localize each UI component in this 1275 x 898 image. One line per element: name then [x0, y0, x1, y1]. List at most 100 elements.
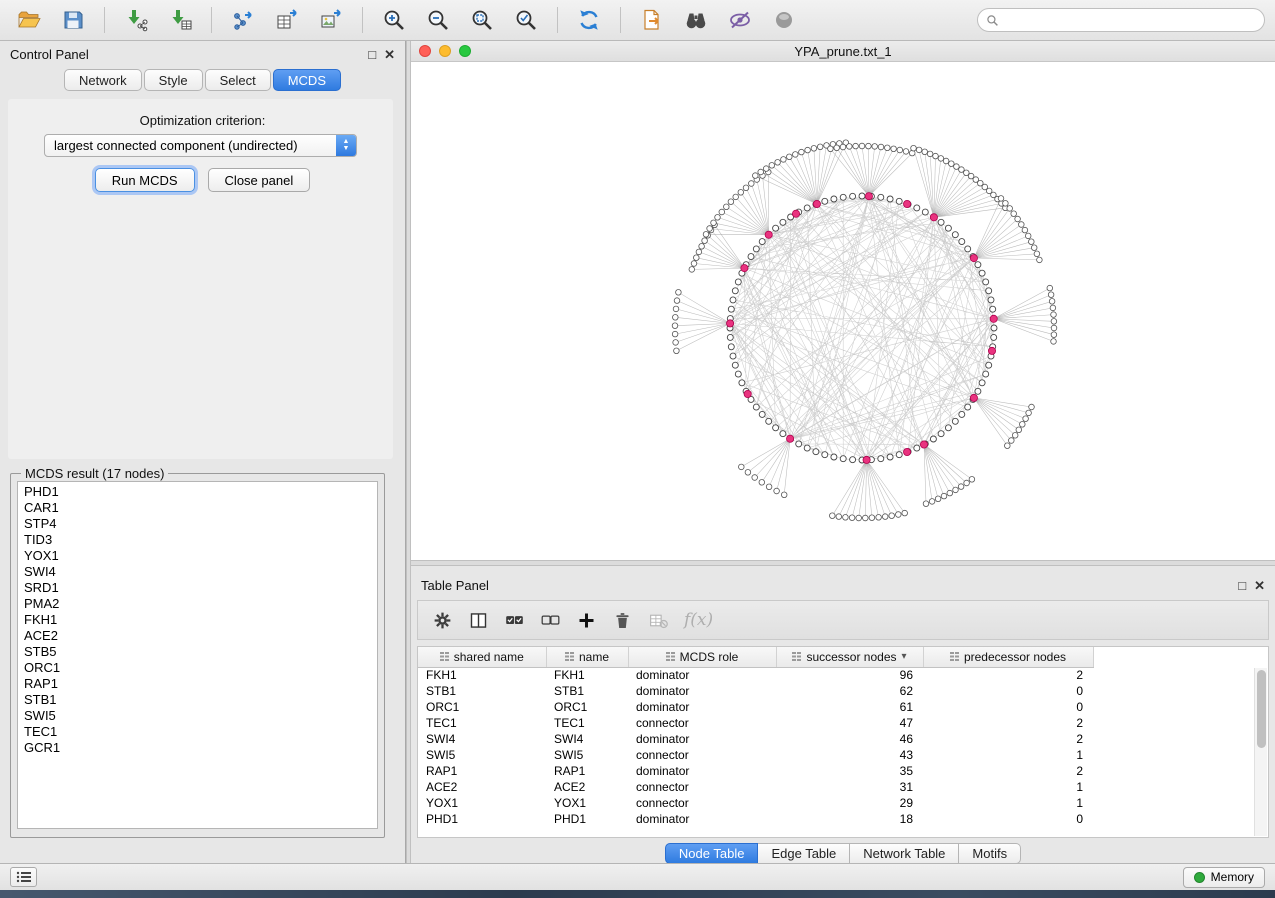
mcds-result-item[interactable]: RAP1 — [18, 676, 377, 692]
leaf-node[interactable] — [958, 484, 964, 490]
table-cell[interactable]: 2 — [923, 763, 1093, 779]
leaf-node[interactable] — [738, 190, 744, 196]
leaf-node[interactable] — [949, 161, 955, 167]
leaf-node[interactable] — [758, 169, 764, 175]
ring-node[interactable] — [735, 279, 741, 285]
mcds-result-item[interactable]: PMA2 — [18, 596, 377, 612]
table-cell[interactable]: 96 — [776, 667, 923, 683]
column-header-mcds-role[interactable]: MCDS role — [628, 647, 776, 667]
leaf-node[interactable] — [876, 515, 882, 521]
leaf-node[interactable] — [672, 323, 678, 329]
ring-node[interactable] — [850, 457, 856, 463]
leaf-node[interactable] — [703, 232, 709, 238]
leaf-node[interactable] — [787, 154, 793, 160]
ring-node[interactable] — [979, 380, 985, 386]
ring-node[interactable] — [922, 209, 928, 215]
leaf-node[interactable] — [763, 166, 769, 172]
float-panel-icon[interactable]: □ — [1238, 579, 1246, 592]
ring-node[interactable] — [952, 418, 958, 424]
leaf-node[interactable] — [766, 484, 772, 490]
leaf-node[interactable] — [719, 209, 725, 215]
table-cell[interactable]: RAP1 — [418, 763, 546, 779]
leaf-node[interactable] — [707, 226, 713, 232]
leaf-node[interactable] — [891, 146, 897, 152]
birds-eye-button[interactable] — [765, 5, 803, 35]
table-cell[interactable]: dominator — [628, 731, 776, 747]
ring-node[interactable] — [988, 297, 994, 303]
leaf-node[interactable] — [922, 149, 928, 155]
table-cell[interactable]: ORC1 — [418, 699, 546, 715]
table-row[interactable]: ORC1ORC1dominator610 — [418, 699, 1093, 715]
tab-network[interactable]: Network — [64, 69, 142, 91]
leaf-node[interactable] — [856, 515, 862, 521]
ring-node[interactable] — [748, 254, 754, 260]
leaf-node[interactable] — [1051, 325, 1057, 331]
delete-column-button[interactable] — [606, 605, 638, 635]
search-box[interactable] — [977, 8, 1265, 32]
table-cell[interactable]: 0 — [923, 683, 1093, 699]
ring-node[interactable] — [945, 225, 951, 231]
table-cell[interactable]: 61 — [776, 699, 923, 715]
leaf-node[interactable] — [1022, 227, 1028, 233]
scrollbar-thumb[interactable] — [1257, 670, 1266, 748]
tab-node-table[interactable]: Node Table — [665, 843, 759, 864]
table-cell[interactable]: 29 — [776, 795, 923, 811]
leaf-node[interactable] — [969, 477, 975, 483]
ring-node[interactable] — [896, 198, 902, 204]
ring-node[interactable] — [986, 288, 992, 294]
leaf-node[interactable] — [903, 149, 909, 155]
leaf-node[interactable] — [869, 515, 875, 521]
mcds-result-item[interactable]: SRD1 — [18, 580, 377, 596]
close-panel-icon[interactable]: ✕ — [384, 48, 395, 61]
ring-node[interactable] — [896, 452, 902, 458]
close-panel-icon[interactable]: ✕ — [1254, 579, 1265, 592]
ring-node[interactable] — [859, 193, 865, 199]
table-row[interactable]: STB1STB1dominator620 — [418, 683, 1093, 699]
ring-node[interactable] — [813, 449, 819, 455]
leaf-node[interactable] — [769, 163, 775, 169]
leaf-node[interactable] — [774, 488, 780, 494]
unselect-all-button[interactable] — [534, 605, 566, 635]
tab-edge-table[interactable]: Edge Table — [758, 843, 850, 864]
mcds-result-item[interactable]: PHD1 — [18, 484, 377, 500]
mcds-node[interactable] — [813, 200, 820, 207]
zoom-out-button[interactable] — [419, 5, 457, 35]
table-cell[interactable]: 62 — [776, 683, 923, 699]
ring-node[interactable] — [983, 279, 989, 285]
ring-node[interactable] — [878, 456, 884, 462]
leaf-node[interactable] — [1034, 251, 1040, 257]
table-cell[interactable]: 18 — [776, 811, 923, 827]
mcds-result-item[interactable]: STB5 — [18, 644, 377, 660]
hide-details-button[interactable] — [721, 5, 759, 35]
table-cell[interactable]: 2 — [923, 667, 1093, 683]
table-cell[interactable]: dominator — [628, 763, 776, 779]
leaf-node[interactable] — [863, 515, 869, 521]
ring-node[interactable] — [753, 404, 759, 410]
leaf-node[interactable] — [724, 204, 730, 210]
leaf-node[interactable] — [896, 512, 902, 518]
table-cell[interactable]: 46 — [776, 731, 923, 747]
ring-node[interactable] — [831, 196, 837, 202]
leaf-node[interactable] — [1020, 422, 1026, 428]
leaf-node[interactable] — [673, 340, 679, 346]
ring-node[interactable] — [753, 246, 759, 252]
minimize-window-icon[interactable] — [439, 45, 451, 57]
leaf-node[interactable] — [998, 196, 1004, 202]
table-cell[interactable]: 2 — [923, 715, 1093, 731]
ring-node[interactable] — [975, 262, 981, 268]
mcds-node[interactable] — [970, 255, 977, 262]
leaf-node[interactable] — [849, 515, 855, 521]
ring-node[interactable] — [991, 325, 997, 331]
mcds-node[interactable] — [990, 315, 997, 322]
leaf-node[interactable] — [902, 510, 908, 516]
leaf-node[interactable] — [872, 144, 878, 150]
mcds-node[interactable] — [765, 231, 772, 238]
leaf-node[interactable] — [927, 151, 933, 157]
mcds-result-list[interactable]: PHD1CAR1STP4TID3YOX1SWI4SRD1PMA2FKH1ACE2… — [17, 481, 378, 829]
leaf-node[interactable] — [811, 146, 817, 152]
table-row[interactable]: SWI4SWI4dominator462 — [418, 731, 1093, 747]
table-cell[interactable]: ORC1 — [546, 699, 628, 715]
leaf-node[interactable] — [749, 181, 755, 187]
ring-node[interactable] — [728, 344, 734, 350]
leaf-node[interactable] — [1051, 319, 1057, 325]
